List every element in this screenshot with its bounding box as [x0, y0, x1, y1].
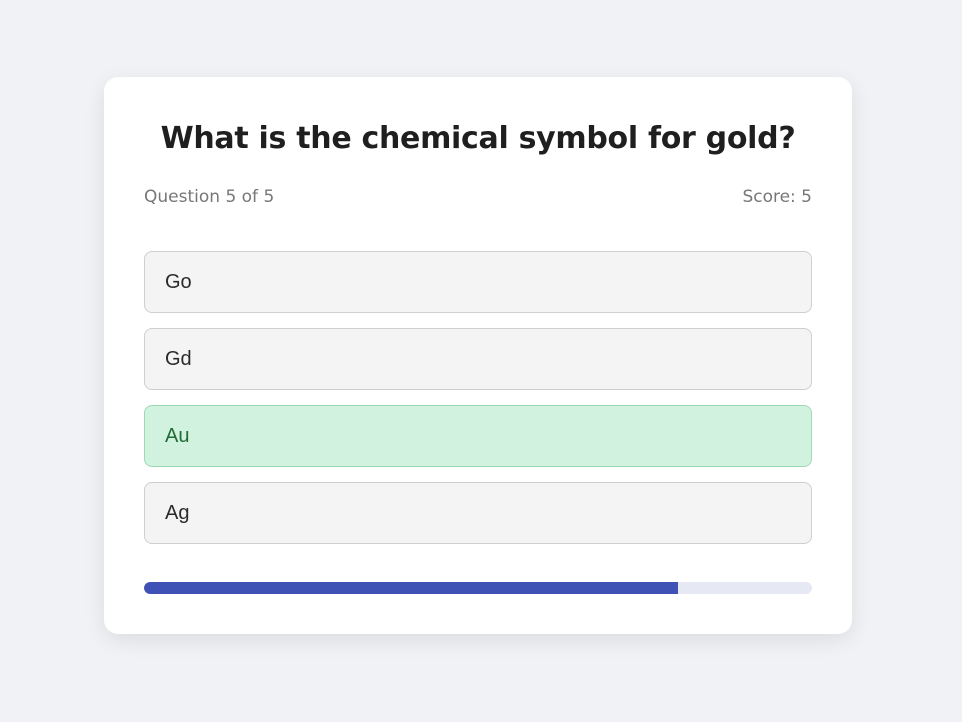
score-label: Score: 5	[742, 187, 812, 207]
quiz-card: What is the chemical symbol for gold? Qu…	[104, 77, 852, 634]
progress-bar-fill	[144, 582, 679, 594]
answer-option-ag[interactable]: Ag	[144, 482, 812, 544]
progress-bar	[144, 582, 812, 594]
answer-option-go[interactable]: Go	[144, 251, 812, 313]
question-title: What is the chemical symbol for gold?	[160, 121, 796, 156]
question-counter: Question 5 of 5	[144, 187, 275, 207]
answer-options: Go Gd Au Ag	[144, 251, 812, 544]
quiz-meta: Question 5 of 5 Score: 5	[144, 187, 812, 207]
answer-option-gd[interactable]: Gd	[144, 328, 812, 390]
answer-option-au-correct[interactable]: Au	[144, 405, 812, 467]
